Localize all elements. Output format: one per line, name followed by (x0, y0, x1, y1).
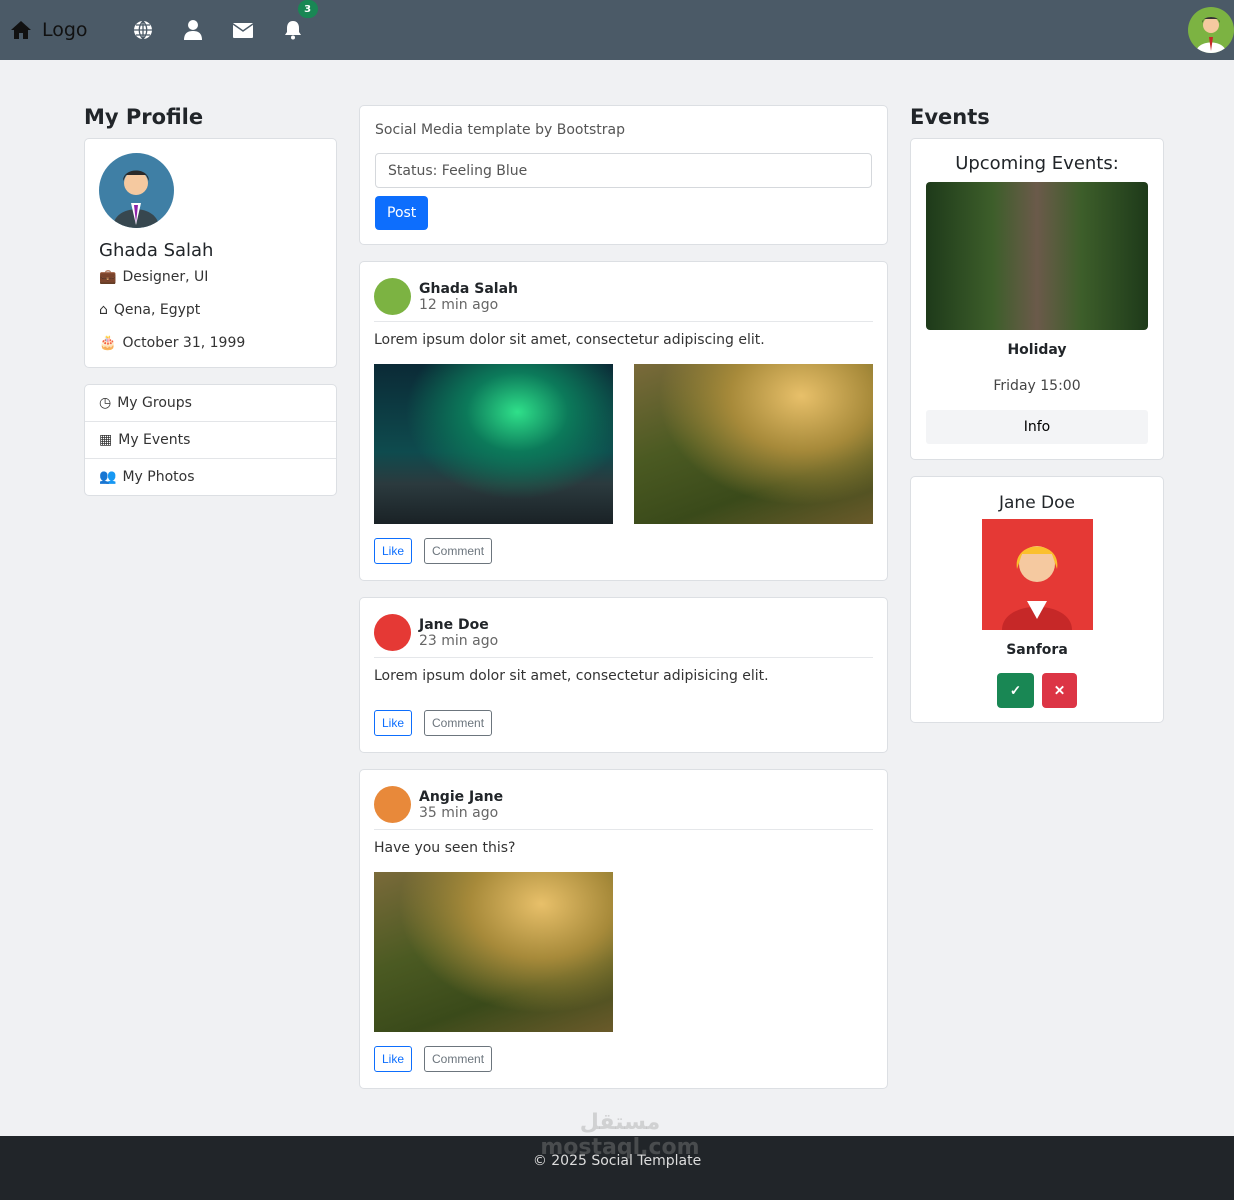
post-button[interactable]: Post (375, 196, 429, 230)
post-time: 12 min ago (419, 296, 499, 313)
bell-icon (284, 21, 301, 40)
post-author: Ghada Salah (419, 280, 518, 297)
birthday-cake-icon: 🎂 (99, 335, 117, 351)
friend-request-card: Jane Doe Sanfora ✓ ✕ (910, 476, 1164, 723)
menu-my-photos[interactable]: 👥 My Photos (85, 459, 336, 495)
author-avatar (374, 614, 411, 651)
upcoming-title: Upcoming Events: (955, 153, 1119, 174)
users-icon: 👥 (99, 469, 117, 485)
globe-button[interactable] (118, 20, 168, 40)
composer-card: Social Media template by Bootstrap Post (359, 105, 888, 245)
menu-label: My Events (118, 432, 191, 448)
author-avatar (374, 786, 411, 823)
comment-button[interactable]: Comment (424, 710, 493, 736)
home-icon: ⌂ (99, 302, 108, 318)
post-text: Have you seen this? (374, 840, 516, 856)
menu-my-groups[interactable]: ◷ My Groups (85, 385, 336, 422)
post-image-forest[interactable] (374, 872, 613, 1032)
profile-button[interactable] (168, 20, 218, 40)
messages-button[interactable] (218, 22, 268, 38)
post-author: Jane Doe (419, 616, 489, 633)
profile-birthday: October 31, 1999 (122, 335, 246, 351)
post-text: Lorem ipsum dolor sit amet, consectetur … (374, 668, 769, 684)
post-card: Angie Jane 35 min ago Have you seen this?… (359, 769, 888, 1089)
footer-text: © 2025 Social Template (532, 1153, 702, 1169)
friend-avatar (981, 519, 1093, 630)
comment-button[interactable]: Comment (424, 538, 493, 564)
post-image-forest[interactable] (634, 364, 873, 524)
home-icon (11, 21, 31, 39)
briefcase-icon: 💼 (99, 269, 117, 285)
logo-link[interactable]: Logo (10, 19, 88, 41)
post-card: Jane Doe 23 min ago Lorem ipsum dolor sit… (359, 597, 888, 753)
notifications-button[interactable]: 3 (268, 0, 318, 40)
post-card: Ghada Salah 12 min ago Lorem ipsum dolor … (359, 261, 888, 581)
post-author: Angie Jane (419, 788, 504, 805)
user-icon (183, 20, 202, 40)
event-time: Friday 15:00 (993, 378, 1081, 394)
event-name: Holiday (1007, 342, 1067, 358)
post-time: 23 min ago (419, 632, 499, 649)
event-info-button[interactable]: Info (926, 410, 1148, 444)
navbar: Logo 3 (0, 0, 1234, 60)
like-button[interactable]: Like (374, 710, 413, 736)
profile-card: Ghada Salah 💼 Designer, UI ⌂ Qena, Egypt 🎂… (84, 138, 337, 368)
menu-label: My Photos (122, 469, 195, 485)
calendar-icon: ▦ (99, 432, 113, 448)
menu-label: My Groups (117, 395, 192, 411)
events-heading: Events (910, 105, 990, 129)
status-input[interactable] (375, 153, 872, 188)
clock-icon: ◷ (99, 395, 112, 411)
envelope-icon (232, 22, 253, 38)
post-image-aurora[interactable] (374, 364, 613, 524)
events-card: Upcoming Events: Holiday Friday 15:00 In… (910, 138, 1164, 460)
profile-job: Designer, UI (122, 269, 209, 285)
post-time: 35 min ago (419, 804, 499, 821)
menu-my-events[interactable]: ▦ My Events (85, 422, 336, 459)
profile-avatar (99, 153, 174, 228)
notification-badge: 3 (297, 0, 318, 18)
event-image (926, 182, 1148, 330)
like-button[interactable]: Like (374, 1046, 413, 1072)
friend-subtitle: Sanfora (1006, 642, 1068, 658)
friend-name: Jane Doe (998, 493, 1076, 513)
comment-button[interactable]: Comment (424, 1046, 493, 1072)
logo-text: Logo (42, 19, 88, 41)
accept-button[interactable]: ✓ (997, 673, 1034, 708)
globe-icon (133, 20, 152, 40)
composer-title: Social Media template by Bootstrap (375, 122, 625, 138)
side-menu: ◷ My Groups ▦ My Events 👥 My Photos (84, 384, 337, 496)
user-avatar[interactable] (1188, 7, 1234, 53)
footer: © 2025 Social Template (0, 1136, 1234, 1200)
profile-heading: My Profile (84, 105, 204, 129)
post-text: Lorem ipsum dolor sit amet, consectetur … (374, 332, 765, 348)
author-avatar (374, 278, 411, 315)
profile-name: Ghada Salah (99, 240, 214, 261)
like-button[interactable]: Like (374, 538, 413, 564)
profile-location: Qena, Egypt (113, 302, 201, 318)
decline-button[interactable]: ✕ (1042, 673, 1077, 708)
